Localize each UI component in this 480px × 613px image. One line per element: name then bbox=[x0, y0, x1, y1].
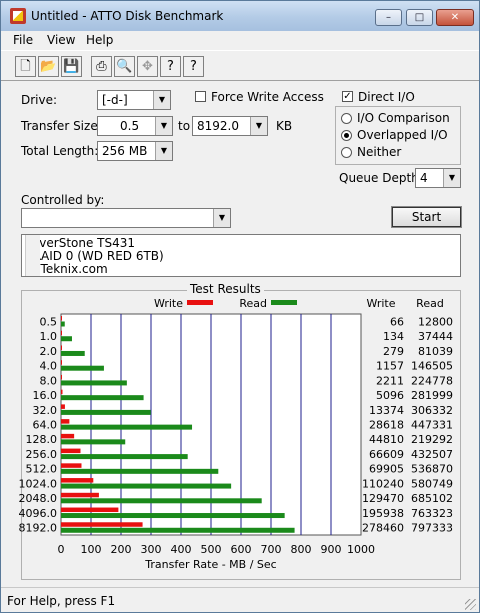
total-length-select[interactable]: 256 MB ▼ bbox=[97, 141, 173, 161]
description-scrollbar[interactable] bbox=[25, 235, 40, 276]
kb-label: KB bbox=[276, 119, 293, 133]
move-icon: ✥ bbox=[142, 59, 153, 74]
drive-label: Drive: bbox=[21, 93, 58, 107]
chevron-down-icon: ▼ bbox=[153, 91, 170, 109]
total-length-value: 256 MB bbox=[102, 144, 148, 158]
overlapped-io-radio[interactable] bbox=[341, 130, 352, 141]
chevron-down-icon: ▼ bbox=[213, 209, 230, 227]
queue-depth-value: 4 bbox=[420, 171, 428, 185]
app-window: Untitled - ATTO Disk Benchmark – □ ✕ Fil… bbox=[0, 0, 480, 613]
io-comparison-radio[interactable] bbox=[341, 113, 352, 124]
print-preview-icon: 🔍 bbox=[116, 59, 133, 74]
status-text: For Help, press F1 bbox=[7, 594, 116, 608]
description-line: SilverStone TS431 bbox=[25, 236, 136, 250]
open-icon: 📂 bbox=[40, 59, 57, 74]
status-bar: For Help, press F1 bbox=[1, 587, 479, 612]
menu-file[interactable]: File bbox=[13, 33, 33, 47]
to-label: to bbox=[178, 119, 191, 133]
overlapped-io-label: Overlapped I/O bbox=[357, 128, 448, 142]
move-button[interactable]: ✥ bbox=[137, 56, 158, 77]
print-icon: ⎙ bbox=[96, 59, 107, 74]
chevron-down-icon: ▼ bbox=[443, 169, 460, 187]
neither-radio[interactable] bbox=[341, 147, 352, 158]
save-icon: 💾 bbox=[63, 59, 80, 74]
print-button[interactable]: ⎙ bbox=[91, 56, 112, 77]
menu-help[interactable]: Help bbox=[86, 33, 113, 47]
queue-depth-select[interactable]: 4 ▼ bbox=[415, 168, 461, 188]
queue-depth-label: Queue Depth: bbox=[339, 171, 423, 185]
minimize-button[interactable]: – bbox=[375, 9, 402, 26]
io-comparison-label: I/O Comparison bbox=[357, 111, 450, 125]
chevron-down-icon: ▼ bbox=[155, 117, 172, 135]
maximize-button[interactable]: □ bbox=[406, 9, 433, 26]
drive-value: [-d-] bbox=[102, 93, 128, 107]
direct-io-checkbox[interactable]: ✓ bbox=[342, 91, 353, 102]
help-button[interactable]: ? bbox=[160, 56, 181, 77]
controlled-by-select[interactable]: ▼ bbox=[21, 208, 231, 228]
total-length-label: Total Length: bbox=[21, 144, 99, 158]
print-preview-button[interactable]: 🔍 bbox=[114, 56, 135, 77]
description-textarea[interactable]: SilverStone TS431 - RAID 0 (WD RED 6TB) … bbox=[21, 234, 461, 277]
neither-label: Neither bbox=[357, 145, 402, 159]
new-button[interactable]: 🗋 bbox=[15, 56, 36, 77]
close-button[interactable]: ✕ bbox=[436, 9, 474, 26]
new-icon: 🗋 bbox=[20, 59, 31, 74]
direct-io-label: Direct I/O bbox=[358, 90, 415, 104]
force-write-label: Force Write Access bbox=[211, 90, 324, 104]
save-button[interactable]: 💾 bbox=[61, 56, 82, 77]
context-help-icon: ? bbox=[190, 59, 197, 74]
help-icon: ? bbox=[167, 59, 174, 74]
chevron-down-icon: ▼ bbox=[250, 117, 267, 135]
menu-view[interactable]: View bbox=[47, 33, 75, 47]
transfer-to-select[interactable]: 8192.0 ▼ bbox=[192, 116, 268, 136]
transfer-size-label: Transfer Size: bbox=[21, 119, 102, 133]
test-results-title: Test Results bbox=[187, 282, 264, 296]
transfer-to-value: 8192.0 bbox=[197, 119, 239, 133]
transfer-from-value: 0.5 bbox=[120, 119, 140, 133]
chevron-down-icon: ▼ bbox=[155, 142, 172, 160]
drive-select[interactable]: [-d-] ▼ bbox=[97, 90, 171, 110]
toolbar: 🗋 📂 💾 ⎙ 🔍 ✥ ? ? bbox=[1, 50, 479, 81]
description-line: - RAID 0 (WD RED 6TB) bbox=[25, 249, 164, 263]
test-results-group bbox=[21, 290, 461, 580]
force-write-checkbox[interactable] bbox=[195, 91, 206, 102]
context-help-button[interactable]: ? bbox=[183, 56, 204, 77]
menu-bar: File View Help bbox=[1, 31, 479, 49]
window-title: Untitled - ATTO Disk Benchmark bbox=[31, 9, 224, 23]
title-bar[interactable]: Untitled - ATTO Disk Benchmark – □ ✕ bbox=[1, 1, 479, 31]
transfer-from-select[interactable]: 0.5 ▼ bbox=[97, 116, 173, 136]
open-button[interactable]: 📂 bbox=[38, 56, 59, 77]
controlled-by-label: Controlled by: bbox=[21, 193, 105, 207]
app-icon bbox=[10, 8, 26, 24]
start-button[interactable]: Start bbox=[391, 206, 462, 228]
resize-grip-icon[interactable] bbox=[465, 599, 476, 610]
